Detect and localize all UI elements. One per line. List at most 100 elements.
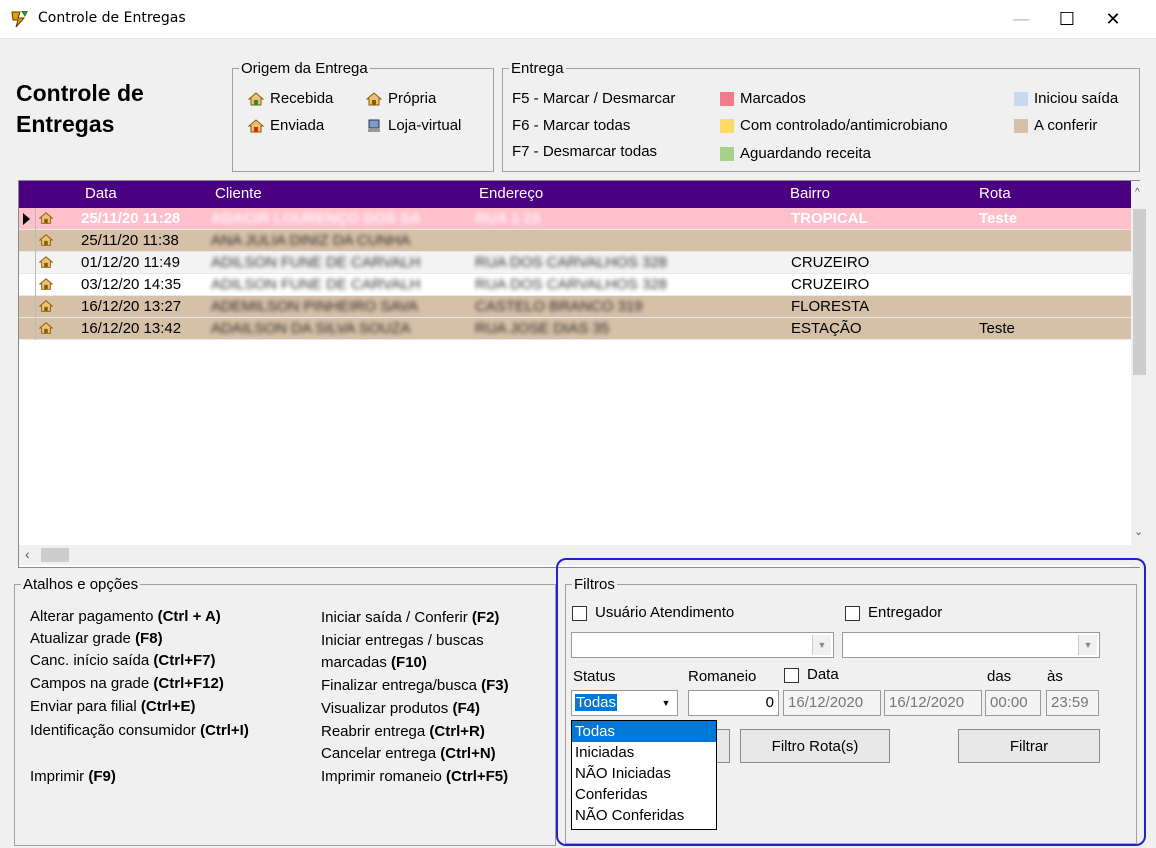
swatch-iniciou (1014, 91, 1028, 106)
cell-rota: Teste (979, 320, 1015, 337)
shortcut-item[interactable]: Iniciar entregas / buscas (321, 632, 484, 649)
shortcut-key: (Ctrl+F5) (446, 768, 509, 785)
scroll-thumb[interactable] (1133, 209, 1146, 375)
data-check[interactable] (784, 667, 799, 683)
chevron-down-icon[interactable]: ▼ (812, 635, 831, 655)
origem-recebida-label: Recebida (270, 90, 334, 107)
cell-endereco: RUA JOSE DIAS 35 (475, 320, 610, 337)
scroll-up-icon[interactable]: ^ (1135, 187, 1140, 198)
status-option[interactable]: NÃO Iniciadas (572, 763, 716, 784)
house-sent-icon (247, 118, 265, 134)
key-f6: F6 - Marcar todas (512, 117, 631, 134)
shortcut-key: (F4) (452, 700, 480, 717)
cell-endereco: RUA DOS CARVALHOS 328 (475, 254, 668, 271)
entregador-checkbox[interactable]: Entregador (845, 604, 942, 621)
status-select[interactable]: Todas ▼ (571, 690, 678, 716)
chevron-down-icon[interactable]: ▼ (657, 693, 675, 713)
cell-endereco: CASTELO BRANCO 319 (475, 298, 643, 315)
as-label: às (1047, 668, 1063, 685)
col-bairro[interactable]: Bairro (790, 185, 830, 202)
table-row[interactable]: 25/11/20 11:28 ADACIR LOURENÇO DOS SA RUA … (19, 208, 1131, 230)
data-checkbox[interactable]: Data (784, 666, 839, 683)
shortcut-item[interactable]: Finalizar entrega/busca (F3) (321, 677, 509, 694)
cell-cliente: ANA JULIA DINIZ DA CUNHA (211, 232, 411, 249)
origem-legend: Origem da Entrega (241, 60, 368, 77)
shortcut-key: (F3) (481, 677, 509, 694)
usuario-select[interactable]: ▼ (571, 632, 834, 658)
shortcut-item[interactable]: Identificação consumidor (Ctrl+I) (30, 722, 249, 739)
shortcut-item[interactable]: Alterar pagamento (Ctrl + A) (30, 608, 221, 625)
cell-data: 25/11/20 11:38 (81, 232, 179, 249)
vertical-scrollbar[interactable]: ^ ⌄ (1131, 181, 1148, 567)
house-own-icon (365, 91, 383, 107)
shortcut-key: (F2) (471, 609, 500, 626)
grid-header: Data Cliente Endereço Bairro Rota (19, 181, 1131, 208)
hora-inicio-input[interactable]: 00:00 (985, 690, 1041, 716)
computer-icon (366, 118, 382, 134)
table-row[interactable]: 03/12/20 14:35 ADILSON FUNE DE CARVALH RUA… (19, 274, 1131, 296)
hora-fim-input[interactable]: 23:59 (1046, 690, 1099, 716)
col-data[interactable]: Data (85, 185, 117, 202)
usuario-check[interactable] (572, 605, 587, 621)
data-fim-input[interactable]: 16/12/2020 (884, 690, 982, 716)
status-select-value: Todas (575, 694, 618, 711)
filtrar-button[interactable]: Filtrar (958, 729, 1100, 763)
deliveries-grid[interactable]: Data Cliente Endereço Bairro Rota 25/11/… (18, 180, 1148, 568)
shortcut-item[interactable]: Atualizar grade (F8) (30, 630, 163, 647)
shortcut-key: (F9) (88, 768, 116, 785)
shortcut-item[interactable]: Reabrir entrega (Ctrl+R) (321, 723, 485, 740)
status-option[interactable]: Conferidas (572, 784, 716, 805)
status-option[interactable]: Iniciadas (572, 742, 716, 763)
shortcut-item[interactable]: Cancelar entrega (Ctrl+N) (321, 745, 496, 762)
romaneio-input[interactable]: 0 (688, 690, 779, 716)
atalhos-legend: Atalhos e opções (23, 576, 139, 593)
shortcut-item[interactable]: Campos na grade (Ctrl+F12) (30, 675, 224, 692)
cell-bairro: CRUZEIRO (791, 254, 870, 271)
shortcut-label: Iniciar entregas / buscas (321, 632, 484, 649)
data-inicio-input[interactable]: 16/12/2020 (783, 690, 881, 716)
romaneio-label: Romaneio (688, 668, 757, 685)
shortcut-item[interactable]: marcadas (F10) (321, 654, 427, 671)
cell-data: 16/12/20 13:42 (81, 320, 182, 337)
cell-cliente: ADACIR LOURENÇO DOS SA (211, 210, 422, 227)
status-option[interactable]: Todas (572, 721, 716, 742)
legend-marcados: Marcados (720, 90, 806, 107)
usuario-checkbox[interactable]: Usuário Atendimento (572, 604, 734, 621)
filtro-rota-button[interactable]: Filtro Rota(s) (740, 729, 890, 763)
table-row[interactable]: 16/12/20 13:27 ADEMILSON PINHEIRO SAVA CAS… (19, 296, 1131, 318)
shortcut-item[interactable]: Enviar para filial (Ctrl+E) (30, 698, 195, 715)
legend-controlado-label: Com controlado/antimicrobiano (740, 117, 948, 134)
close-icon[interactable]: ✕ (1090, 0, 1136, 38)
entregador-check[interactable] (845, 605, 860, 621)
status-option[interactable]: NÃO Conferidas (572, 805, 716, 826)
table-row[interactable]: 01/12/20 11:49 ADILSON FUNE DE CARVALH RUA… (19, 252, 1131, 274)
scroll-down-icon[interactable]: ⌄ (1134, 525, 1143, 538)
shortcut-item[interactable]: Canc. início saída (Ctrl+F7) (30, 652, 216, 669)
col-cliente[interactable]: Cliente (215, 185, 262, 202)
minimize-icon[interactable]: — (998, 0, 1044, 38)
shortcut-item[interactable]: Imprimir (F9) (30, 768, 116, 785)
scroll-left-icon[interactable]: ‹ (25, 546, 30, 562)
table-row[interactable]: 25/11/20 11:38 ANA JULIA DINIZ DA CUNHA (19, 230, 1131, 252)
chevron-down-icon[interactable]: ▼ (1078, 635, 1097, 655)
shortcut-label: Finalizar entrega/busca (321, 677, 482, 694)
cell-data: 03/12/20 14:35 (81, 276, 182, 293)
cell-endereco: RUA DOS CARVALHOS 328 (475, 276, 668, 293)
origem-loja-virtual: Loja-virtual (366, 117, 461, 134)
cell-cliente: ADILSON FUNE DE CARVALH (211, 276, 421, 293)
shortcut-item[interactable]: Imprimir romaneio (Ctrl+F5) (321, 768, 508, 785)
house-own-icon (38, 211, 54, 225)
shortcut-item[interactable]: Iniciar saída / Conferir (F2) (321, 609, 499, 626)
entregador-select[interactable]: ▼ (842, 632, 1100, 658)
shortcut-key: (Ctrl+N) (440, 745, 496, 762)
maximize-icon[interactable]: ☐ (1044, 0, 1090, 38)
hscroll-thumb[interactable] (41, 548, 69, 562)
origem-loja-virtual-label: Loja-virtual (388, 117, 462, 134)
house-own-icon (38, 277, 54, 291)
status-dropdown-list[interactable]: Todas Iniciadas NÃO Iniciadas Conferidas NÃO… (571, 720, 717, 830)
shortcut-item[interactable]: Visualizar produtos (F4) (321, 700, 480, 717)
legend-aguardando: Aguardando receita (720, 145, 871, 162)
col-rota[interactable]: Rota (979, 185, 1011, 202)
col-endereco[interactable]: Endereço (479, 185, 543, 202)
table-row[interactable]: 16/12/20 13:42 ADAILSON DA SILVA SOUZA RUA… (19, 318, 1131, 340)
